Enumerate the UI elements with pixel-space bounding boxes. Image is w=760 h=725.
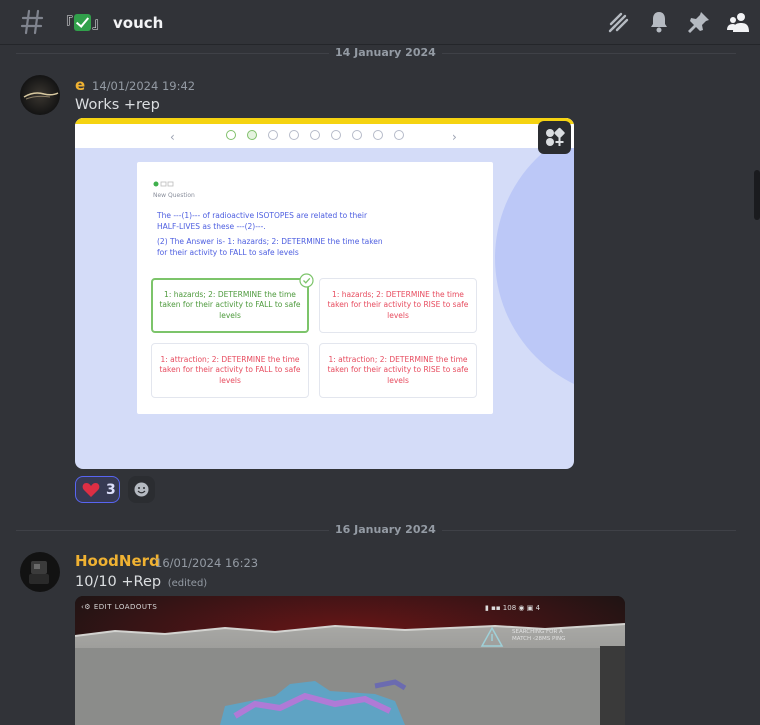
smile-icon [134, 482, 149, 497]
back-chevron-icon: ‹⚙ [81, 603, 94, 611]
question-label: New Question [153, 192, 195, 199]
username[interactable]: HoodNerd [75, 552, 160, 570]
date-divider-label: 14 January 2024 [329, 46, 442, 59]
question-text: The ---(1)--- of radioactive ISOTOPES ar… [157, 211, 368, 231]
matchmaking-status: SEARCHING FOR A MATCH ‹28MS PING [512, 629, 565, 643]
progress-dot [226, 130, 236, 140]
hud-player-count: 4 [535, 604, 541, 612]
progress-dot [310, 130, 320, 140]
progress-dot [331, 130, 341, 140]
channel-title: 『 』 vouch [58, 12, 163, 33]
message-text: Works +rep [75, 97, 160, 113]
message-text: 10/10 +Rep (edited) [75, 574, 207, 590]
answer-option[interactable]: 1: hazards; 2: DETERMINE the time taken … [151, 278, 309, 333]
heart-reaction[interactable]: 3 [75, 476, 120, 503]
question-type-icon [153, 181, 174, 187]
progress-dot [373, 130, 383, 140]
scrollbar[interactable] [754, 170, 760, 220]
progress-dot [394, 130, 404, 140]
date-divider-label: 16 January 2024 [329, 523, 442, 536]
channel-suffix: 』 [92, 14, 108, 32]
timestamp: 14/01/2024 19:42 [92, 79, 196, 93]
channel-header: 『 』 vouch [0, 0, 760, 44]
avatar[interactable] [20, 552, 60, 592]
edit-loadouts-label: EDIT LOADOUTS [93, 603, 158, 611]
quiz-progress-bar: ‹ › [75, 118, 574, 148]
avatar-image-icon [29, 561, 49, 584]
bell-icon[interactable] [647, 10, 671, 34]
apps-button[interactable] [538, 121, 571, 154]
edited-label: (edited) [167, 578, 208, 589]
check-circle-icon [299, 273, 314, 288]
username[interactable]: e [75, 76, 85, 94]
matchmaking-status-line-1: SEARCHING FOR A [512, 629, 563, 635]
reaction-count: 3 [106, 481, 116, 498]
edit-loadouts-menu[interactable]: ‹⚙ EDIT LOADOUTS [81, 603, 157, 611]
question-card: New Question The ---(1)--- of radioactiv… [137, 162, 493, 414]
hud-status-icons: ▮ ▪▪ 108 ◉ ▣ 4 [485, 604, 541, 612]
chevron-right-icon[interactable]: › [452, 130, 457, 144]
check-mark-emoji-icon [74, 14, 92, 31]
answer-text: (2) The Answer is- 1: hazards; 2: DETERM… [157, 237, 383, 257]
pin-icon[interactable] [687, 10, 711, 34]
answer-option[interactable]: 1: hazards; 2: DETERMINE the time taken … [319, 278, 477, 333]
avatar-image-icon [23, 92, 59, 100]
message-body: 10/10 +Rep [75, 574, 162, 590]
answer-option[interactable]: 1: attraction; 2: DETERMINE the time tak… [151, 343, 309, 398]
add-reaction-button[interactable] [128, 476, 155, 503]
progress-dot [247, 130, 257, 140]
progress-dot [268, 130, 278, 140]
matchmaking-status-line-2: MATCH ‹28MS PING [512, 636, 566, 643]
hud-stat-value: 108 [502, 604, 517, 612]
progress-dot [352, 130, 362, 140]
image-attachment[interactable]: ‹ › New Question The ---(1)--- of radioa… [75, 118, 574, 469]
avatar[interactable] [20, 75, 60, 115]
apps-icon [546, 127, 565, 146]
hashtag-icon [20, 9, 44, 35]
heart-icon [82, 482, 100, 497]
channel-prefix: 『 [58, 14, 74, 32]
threads-icon[interactable] [607, 10, 631, 34]
channel-name: vouch [113, 13, 164, 32]
game-screenshot [75, 596, 625, 725]
members-icon[interactable] [727, 10, 751, 34]
image-attachment[interactable]: ‹⚙ EDIT LOADOUTS ▮ ▪▪ 108 ◉ ▣ 4 SEARCHIN… [75, 596, 625, 725]
chevron-left-icon[interactable]: ‹ [170, 130, 175, 144]
progress-dot [289, 130, 299, 140]
searching-match-icon [480, 626, 504, 647]
timestamp: 16/01/2024 16:23 [155, 556, 259, 570]
answer-option[interactable]: 1: attraction; 2: DETERMINE the time tak… [319, 343, 477, 398]
